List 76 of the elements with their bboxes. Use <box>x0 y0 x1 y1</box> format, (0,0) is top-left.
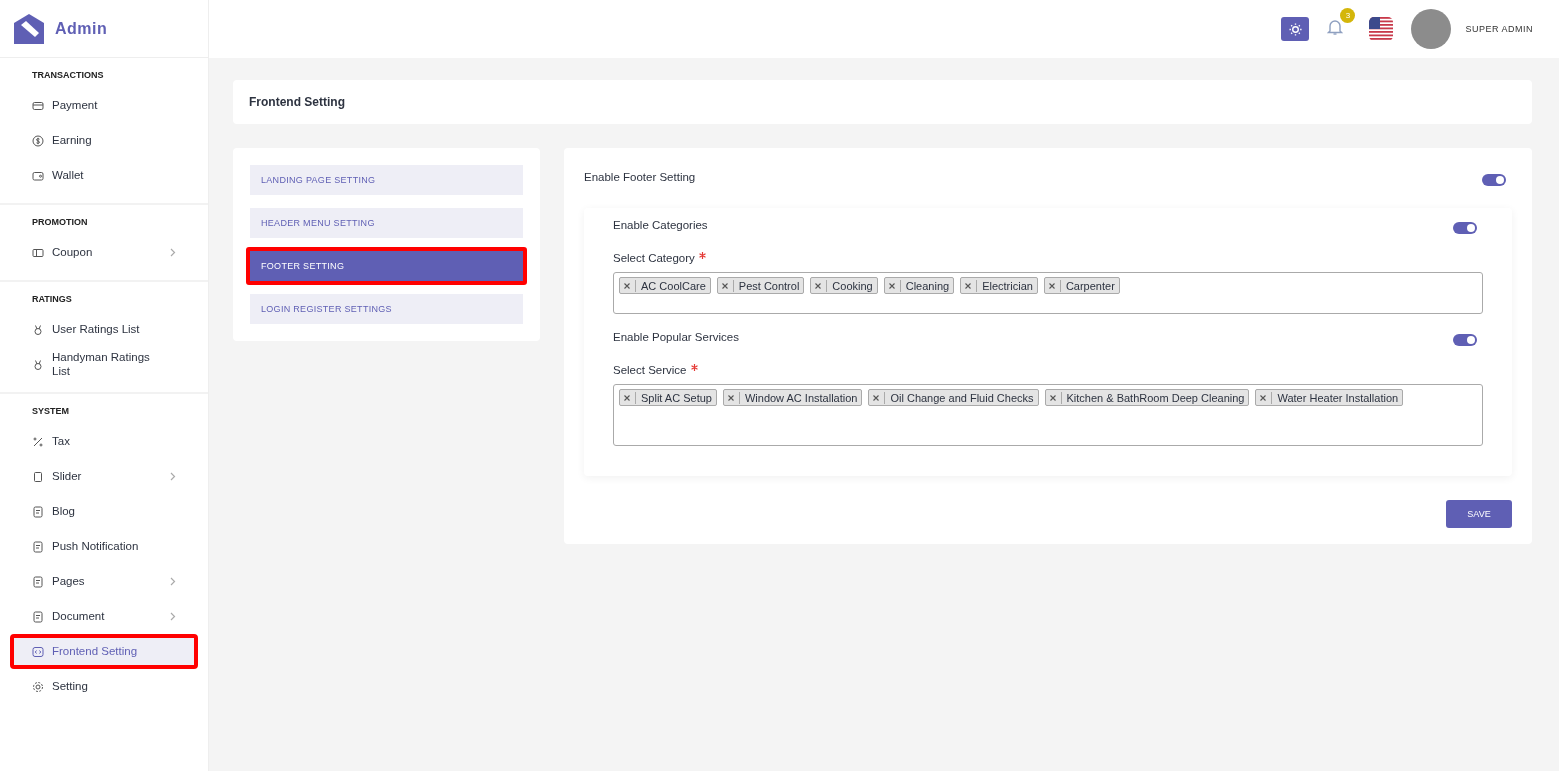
sidebar-item[interactable]: Coupon <box>10 235 198 270</box>
remove-icon[interactable] <box>727 394 734 401</box>
toggle-label: Enable Categories <box>613 219 708 231</box>
code-icon <box>32 645 44 658</box>
remove-icon[interactable] <box>624 282 630 289</box>
brand-name: Admin <box>55 19 108 38</box>
theme-toggle-button[interactable] <box>1281 17 1310 41</box>
sidebar-item[interactable]: Pages <box>10 564 198 599</box>
remove-icon[interactable] <box>815 282 822 289</box>
remove-icon[interactable] <box>1049 394 1056 401</box>
flag-icon[interactable] <box>1369 17 1394 41</box>
selected-chip: Cooking <box>810 277 878 294</box>
remove-icon[interactable] <box>1048 282 1055 289</box>
selected-chip: Oil Change and Fluid Checks <box>868 389 1039 406</box>
sidebar-section-title: TRANSACTIONS <box>31 69 105 82</box>
toggle-switch[interactable] <box>1482 174 1506 186</box>
document-icon <box>32 610 44 623</box>
selected-chip: Electrician <box>960 277 1038 294</box>
sidebar-item[interactable]: Wallet <box>10 158 198 193</box>
selected-chip: Pest Control <box>716 277 805 294</box>
sidebar-item[interactable]: Payment <box>10 88 198 123</box>
settings-icon <box>32 680 44 693</box>
sidebar-section-title: SYSTEM <box>31 405 70 418</box>
sidebar-item[interactable]: Handyman Ratings List <box>10 347 198 382</box>
remove-icon[interactable] <box>965 282 972 289</box>
document-icon <box>32 575 44 588</box>
percent-icon <box>32 435 44 448</box>
settings-tab[interactable]: FOOTER SETTING <box>246 247 527 285</box>
award-icon <box>32 358 44 371</box>
sidebar-section-title: PROMOTION <box>31 216 89 229</box>
selected-chip: AC CoolCare <box>619 277 711 294</box>
toggle-label: Enable Footer Setting <box>584 171 696 183</box>
slides-icon <box>32 470 44 483</box>
selected-chip: Split AC Setup <box>619 389 717 406</box>
sidebar-item[interactable]: Document <box>10 599 198 634</box>
toggle-label: Enable Popular Services <box>613 331 739 343</box>
ticket-icon <box>32 246 44 259</box>
wallet-icon <box>32 169 44 182</box>
dollar-icon <box>32 134 44 147</box>
remove-icon[interactable] <box>873 394 880 401</box>
sidebar-item[interactable]: Frontend Setting <box>10 634 198 669</box>
page-title: Frontend Setting <box>249 95 345 109</box>
sidebar-item[interactable]: Setting <box>10 669 198 704</box>
sidebar-item[interactable]: Slider <box>10 459 198 494</box>
sidebar-item[interactable]: Push Notification <box>10 529 198 564</box>
selected-chip: Carpenter <box>1043 277 1120 294</box>
save-button[interactable]: SAVE <box>1446 500 1512 528</box>
sidebar-item[interactable]: User Ratings List <box>10 312 198 347</box>
multi-select-field[interactable]: Split AC Setup Window AC Installation Oil Change and Fluid Checks Kitchen & BathRoom Deep Cleaning Water Heater Installation <box>613 384 1483 446</box>
bell-icon[interactable] <box>1327 18 1344 36</box>
field-label: Select Category <box>613 252 695 264</box>
sidebar-section-title: RATINGS <box>31 293 73 306</box>
remove-icon[interactable] <box>721 282 728 289</box>
award-icon <box>32 323 44 336</box>
toggle-switch[interactable] <box>1453 334 1477 346</box>
field-label: Select Service <box>613 364 687 376</box>
selected-chip: Window AC Installation <box>722 389 863 406</box>
document-icon <box>32 540 44 553</box>
user-name[interactable]: SUPER ADMIN <box>1465 24 1533 34</box>
card-icon <box>32 99 44 112</box>
sun-icon <box>1289 22 1302 36</box>
sidebar-item[interactable]: Earning <box>10 123 198 158</box>
document-icon <box>32 505 44 518</box>
avatar[interactable] <box>1411 9 1452 49</box>
remove-icon[interactable] <box>1260 394 1267 401</box>
sidebar-item[interactable]: Blog <box>10 494 198 529</box>
toggle-switch[interactable] <box>1453 222 1477 234</box>
sidebar-item[interactable]: Tax <box>10 424 198 459</box>
multi-select-field[interactable]: AC CoolCare Pest Control Cooking Cleaning Electrician Carpenter <box>613 272 1483 314</box>
notification-count-badge: 3 <box>1340 8 1356 23</box>
remove-icon[interactable] <box>624 394 630 401</box>
selected-chip: Cleaning <box>883 277 955 294</box>
selected-chip: Kitchen & BathRoom Deep Cleaning <box>1044 389 1250 406</box>
remove-icon[interactable] <box>888 282 895 289</box>
house-logo-icon <box>13 12 45 45</box>
selected-chip: Water Heater Installation <box>1255 389 1404 406</box>
